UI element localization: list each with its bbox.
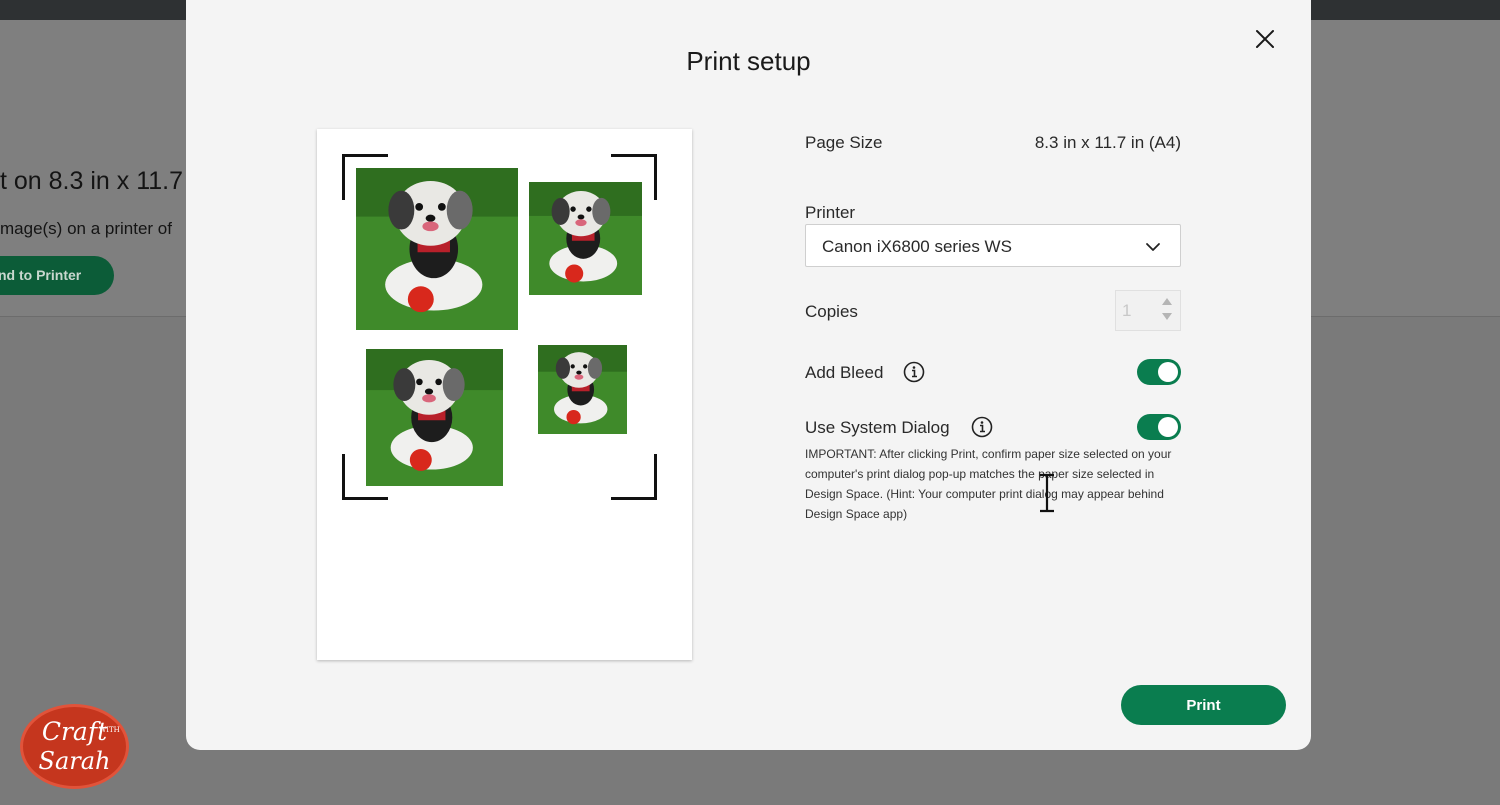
text-cursor-icon [1040, 473, 1054, 513]
send-to-printer-button: nd to Printer [0, 256, 114, 295]
craft-with-sarah-logo: Craft WITH Sarah [20, 704, 129, 789]
copies-stepper[interactable] [1115, 290, 1181, 331]
toggle-knob [1158, 362, 1178, 382]
print-preview-page [317, 129, 692, 660]
page-size-label: Page Size [805, 133, 883, 152]
system-dialog-toggle[interactable] [1137, 414, 1181, 440]
chevron-down-icon [1146, 243, 1160, 251]
background-subtext: mage(s) on a printer of [0, 219, 172, 238]
dog-photo [356, 168, 518, 330]
info-icon[interactable] [903, 361, 925, 383]
logo-text-sarah: Sarah [38, 747, 111, 775]
printer-selected-value: Canon iX6800 series WS [822, 237, 1012, 256]
copies-label: Copies [805, 302, 858, 321]
print-button[interactable]: Print [1121, 685, 1286, 725]
system-dialog-note: IMPORTANT: After clicking Print, confirm… [805, 447, 1172, 521]
registration-mark [611, 454, 657, 500]
dog-photo [366, 349, 503, 486]
add-bleed-label: Add Bleed [805, 363, 884, 382]
modal-title: Print setup [686, 46, 811, 76]
close-button[interactable] [1252, 26, 1278, 52]
toggle-knob [1158, 417, 1178, 437]
system-dialog-label: Use System Dialog [805, 418, 950, 437]
add-bleed-toggle[interactable] [1137, 359, 1181, 385]
print-setup-modal: Print setup Page Size 8.3 in x 11.7 in (… [186, 0, 1311, 750]
copies-input[interactable] [1116, 291, 1158, 330]
info-icon[interactable] [971, 416, 993, 438]
dog-photo [529, 182, 642, 295]
printer-select[interactable]: Canon iX6800 series WS [805, 224, 1181, 267]
logo-text-with: WITH [99, 726, 120, 734]
arrow-up-icon[interactable] [1160, 295, 1174, 307]
background-heading: t on 8.3 in x 11.7 [0, 167, 183, 195]
printer-label: Printer [805, 203, 856, 222]
page-size-value: 8.3 in x 11.7 in (A4) [1034, 133, 1181, 152]
dog-photo [538, 345, 627, 434]
close-icon [1256, 30, 1274, 48]
arrow-down-icon[interactable] [1160, 311, 1174, 323]
